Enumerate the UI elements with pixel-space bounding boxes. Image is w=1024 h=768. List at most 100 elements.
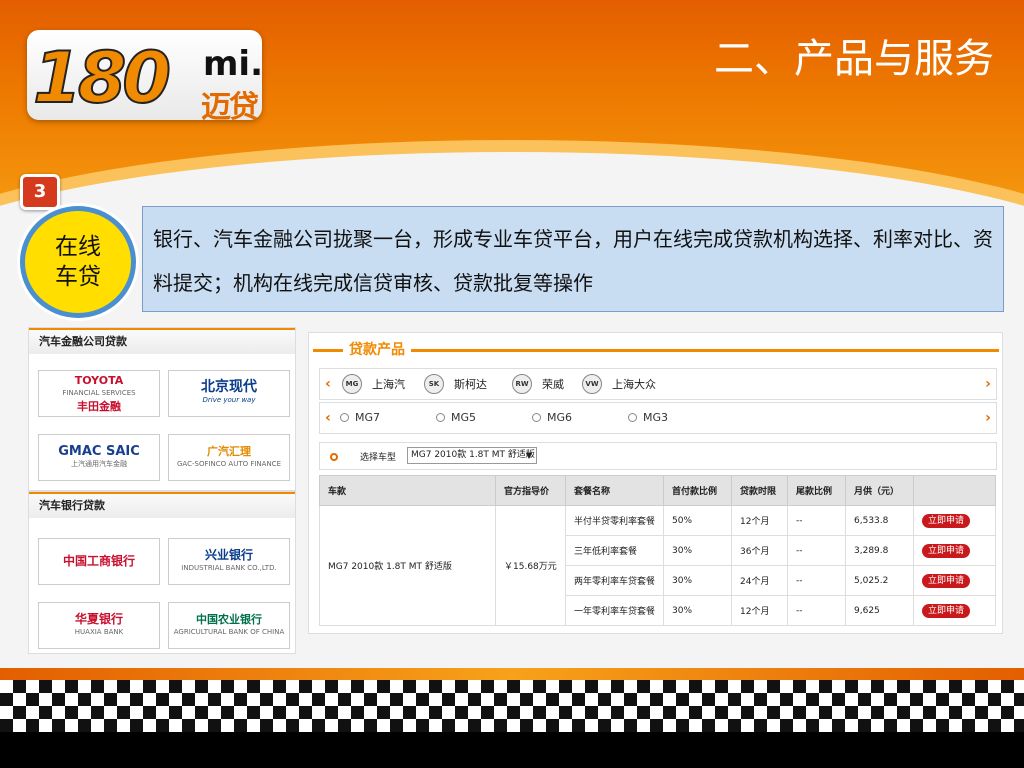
column-header: 套餐名称 (565, 475, 664, 506)
description-text: 银行、汽车金融公司拢聚一台，形成专业车贷平台，用户在线完成贷款机构选择、利率对比… (153, 227, 993, 295)
gmac-saic-tile[interactable]: GMAC SAIC 上汽通用汽车金融 (38, 434, 160, 481)
section-number-badge: 3 (20, 174, 60, 210)
column-header: 贷款时限 (731, 475, 788, 506)
table-row: MG7 2010款 1.8T MT 舒适版 ￥15.68万元 半付半贷零利率套餐… (319, 505, 996, 626)
abc-logo-sub: AGRICULTURAL BANK OF CHINA (173, 627, 285, 636)
beijing-hyundai-tile[interactable]: 北京现代 Drive your way (168, 370, 290, 417)
mg-logo-icon: MG (342, 374, 362, 394)
column-header: 车款 (319, 475, 496, 506)
model-option-mg5[interactable]: MG5 (436, 411, 476, 424)
model-option-mg7[interactable]: MG7 (340, 411, 380, 424)
price-cell: ￥15.68万元 (495, 505, 566, 626)
logo-cn: 迈贷 (201, 90, 259, 120)
loan-product-panel: 贷款产品 ‹ MG 上海汽 SK 斯柯达 RW 荣威 VW 上海大众 › ‹ M… (308, 332, 1003, 634)
model-dropdown-value: MG7 2010款 1.8T MT 舒适版 (411, 450, 535, 460)
footer-checkered-band (0, 668, 1024, 768)
apply-button[interactable]: 立即申请 (922, 603, 971, 618)
brand-label: 荣威 (542, 378, 564, 391)
model-option-mg6[interactable]: MG6 (532, 411, 572, 424)
down-payment-cell: 30% (663, 595, 732, 626)
package-cell: 半付半贷零利率套餐 (565, 505, 664, 536)
loan-product-rule (313, 349, 999, 352)
brand-label: 斯柯达 (454, 378, 487, 391)
brand-prev-arrow-icon[interactable]: ‹ (322, 369, 334, 399)
footer-checker-pattern (0, 680, 1024, 732)
radio-icon[interactable] (340, 413, 349, 422)
huaxia-logo-sub: HUAXIA BANK (74, 627, 124, 636)
brand-item-roewe[interactable]: RW 荣威 (512, 373, 564, 395)
circle-line-1: 在线 (55, 234, 101, 260)
package-cell: 一年零利率车贷套餐 (565, 595, 664, 626)
industrial-bank-tile[interactable]: 兴业银行 INDUSTRIAL BANK CO.,LTD. (168, 538, 290, 585)
brand-next-arrow-icon[interactable]: › (982, 369, 994, 399)
logo-number: 180 (32, 37, 172, 119)
huaxia-logo-text: 华夏银行 (74, 611, 123, 626)
package-cell: 两年零利率车贷套餐 (565, 565, 664, 596)
apply-button[interactable]: 立即申请 (922, 513, 971, 528)
abc-bank-tile[interactable]: 中国农业银行 AGRICULTURAL BANK OF CHINA (168, 602, 290, 649)
toyota-logo-sub: FINANCIAL SERVICES (62, 389, 136, 397)
balloon-cell: -- (787, 535, 846, 566)
apply-button[interactable]: 立即申请 (922, 543, 971, 558)
circle-line-2: 车贷 (55, 264, 101, 290)
column-header: 月供（元） (845, 475, 914, 506)
loan-product-header: 贷款产品 (313, 341, 999, 359)
down-payment-cell: 30% (663, 535, 732, 566)
model-label: MG3 (643, 411, 669, 424)
column-header-action (913, 475, 996, 506)
chevron-down-icon: ▼ (525, 451, 532, 460)
table-header-row: 车款 官方指导价 套餐名称 首付款比例 贷款时限 尾款比例 月供（元） (319, 475, 996, 506)
apply-cell: 立即申请 (913, 535, 996, 566)
radio-icon[interactable] (532, 413, 541, 422)
finance-company-panel: 汽车金融公司贷款 TOYOTA FINANCIAL SERVICES 丰田金融 … (28, 327, 296, 491)
apply-button[interactable]: 立即申请 (922, 573, 971, 588)
bank-loan-panel: 汽车银行贷款 中国工商银行 兴业银行 INDUSTRIAL BANK CO.,L… (28, 491, 296, 654)
description-box: 银行、汽车金融公司拢聚一台，形成专业车贷平台，用户在线完成贷款机构选择、利率对比… (142, 206, 1004, 312)
vw-logo-icon: VW (582, 374, 602, 394)
loan-product-title: 贷款产品 (343, 341, 411, 359)
car-model-cell: MG7 2010款 1.8T MT 舒适版 (319, 505, 496, 626)
page-title: 二、产品与服务 (714, 36, 994, 82)
footer-orange-stripe (0, 668, 1024, 680)
monthly-cell: 5,025.2 (845, 565, 914, 596)
package-cell: 三年低利率套餐 (565, 535, 664, 566)
radio-icon[interactable] (628, 413, 637, 422)
brand-item-skoda[interactable]: SK 斯柯达 (424, 373, 487, 395)
balloon-cell: -- (787, 595, 846, 626)
roewe-logo-icon: RW (512, 374, 532, 394)
hyundai-logo-text: 北京现代 (201, 378, 257, 395)
gac-sofinco-tile[interactable]: 广汽汇理 GAC-SOFINCO AUTO FINANCE (168, 434, 290, 481)
bank-panel-title: 汽车银行贷款 (29, 492, 295, 518)
brand-item-shanghai[interactable]: MG 上海汽 (342, 373, 405, 395)
huaxia-bank-tile[interactable]: 华夏银行 HUAXIA BANK (38, 602, 160, 649)
brand-item-vw[interactable]: VW 上海大众 (582, 373, 656, 395)
icbc-tile[interactable]: 中国工商银行 (38, 538, 160, 585)
apply-cell: 立即申请 (913, 565, 996, 596)
toyota-logo-text: TOYOTA (74, 374, 124, 387)
term-cell: 12个月 (731, 505, 788, 536)
radio-icon[interactable] (436, 413, 445, 422)
monthly-cell: 6,533.8 (845, 505, 914, 536)
loan-table: 车款 官方指导价 套餐名称 首付款比例 贷款时限 尾款比例 月供（元） MG7 … (319, 475, 996, 626)
footer-black-strip (0, 732, 1024, 768)
hyundai-logo-sub: Drive your way (202, 395, 256, 404)
icbc-logo-text: 中国工商银行 (62, 554, 135, 568)
bullet-icon (330, 453, 338, 461)
toyota-finance-tile[interactable]: TOYOTA FINANCIAL SERVICES 丰田金融 (38, 370, 160, 417)
gac-logo-text: 广汽汇理 (207, 444, 251, 458)
section-circle: 在线 车贷 (20, 206, 136, 318)
brand-label: 上海大众 (612, 378, 656, 391)
down-payment-cell: 50% (663, 505, 732, 536)
model-next-arrow-icon[interactable]: › (982, 403, 994, 433)
model-option-mg3[interactable]: MG3 (628, 411, 668, 424)
model-dropdown[interactable]: MG7 2010款 1.8T MT 舒适版 ▼ (407, 447, 537, 464)
apply-cell: 立即申请 (913, 595, 996, 626)
model-prev-arrow-icon[interactable]: ‹ (322, 403, 334, 433)
skoda-logo-icon: SK (424, 374, 444, 394)
gmac-logo-cn: 上汽通用汽车金融 (71, 459, 127, 468)
balloon-cell: -- (787, 505, 846, 536)
industrial-bank-logo-sub: INDUSTRIAL BANK CO.,LTD. (181, 563, 277, 572)
column-header: 首付款比例 (663, 475, 732, 506)
monthly-cell: 9,625 (845, 595, 914, 626)
model-label: MG6 (547, 411, 573, 424)
